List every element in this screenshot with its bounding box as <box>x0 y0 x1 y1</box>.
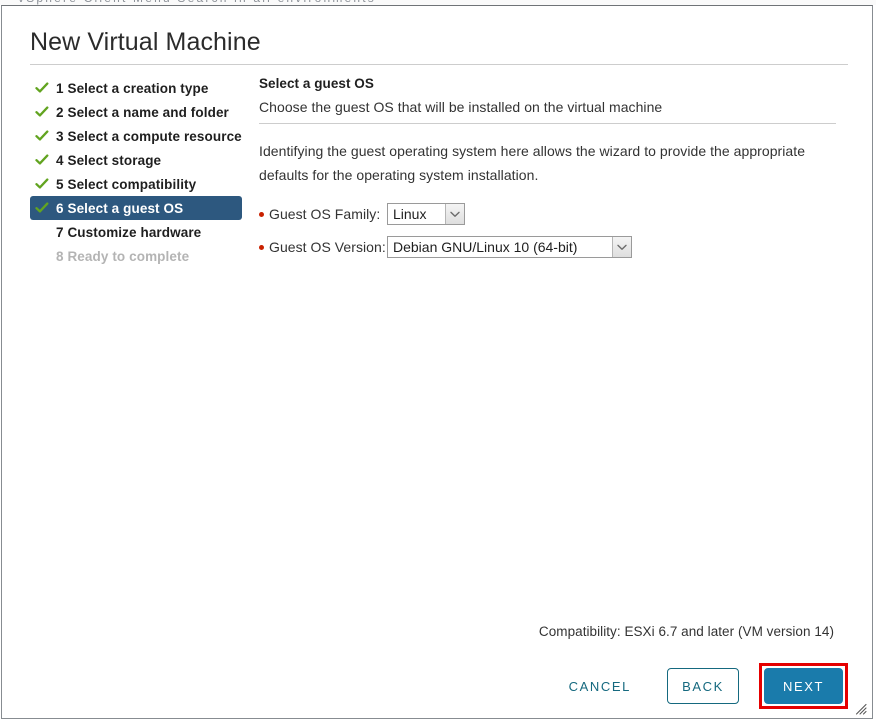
wizard-step-select-storage[interactable]: 4 Select storage <box>30 148 242 172</box>
next-button[interactable]: NEXT <box>764 668 843 704</box>
wizard-step-list: 1 Select a creation type 2 Select a name… <box>30 76 242 268</box>
check-icon <box>35 177 49 191</box>
check-icon <box>35 81 49 95</box>
check-icon <box>35 201 49 215</box>
wizard-step-label: 1 Select a creation type <box>56 80 209 96</box>
check-icon <box>35 129 49 143</box>
wizard-step-ready-to-complete: 8 Ready to complete <box>30 244 242 268</box>
wizard-step-customize-hardware[interactable]: 7 Customize hardware <box>30 220 242 244</box>
check-icon <box>35 153 49 167</box>
guest-os-version-row: Guest OS Version: Debian GNU/Linux 10 (6… <box>259 236 837 258</box>
title-divider <box>30 64 848 65</box>
wizard-step-label: 3 Select a compute resource <box>56 128 242 144</box>
compatibility-text: Compatibility: ESXi 6.7 and later (VM ve… <box>538 624 834 639</box>
guest-os-version-label: Guest OS Version: <box>269 239 386 255</box>
required-indicator-icon <box>259 244 264 250</box>
guest-os-family-select[interactable]: Linux <box>387 203 465 225</box>
dialog-title: New Virtual Machine <box>30 28 261 56</box>
cancel-button[interactable]: CANCEL <box>555 669 645 703</box>
wizard-step-select-a-name-and-folder[interactable]: 2 Select a name and folder <box>30 100 242 124</box>
check-icon <box>35 105 49 119</box>
guest-os-version-select-wrap: Debian GNU/Linux 10 (64-bit) <box>387 236 632 258</box>
content-divider <box>259 123 836 124</box>
dialog-footer-actions: CANCEL BACK NEXT <box>555 663 848 709</box>
content-heading: Select a guest OS <box>259 76 374 91</box>
wizard-step-label: 8 Ready to complete <box>56 248 190 264</box>
wizard-step-label: 6 Select a guest OS <box>56 200 184 216</box>
next-button-highlight: NEXT <box>759 663 848 709</box>
wizard-step-select-a-compute-resource[interactable]: 3 Select a compute resource <box>30 124 242 148</box>
screen: vSphere Client Menu Search in all enviro… <box>0 0 876 722</box>
guest-os-form: Guest OS Family: Linux Guest OS Version:… <box>259 203 837 258</box>
guest-os-family-row: Guest OS Family: Linux <box>259 203 837 225</box>
guest-os-family-select-wrap: Linux <box>387 203 465 225</box>
required-indicator-icon <box>259 211 264 217</box>
wizard-step-select-compatibility[interactable]: 5 Select compatibility <box>30 172 242 196</box>
back-button[interactable]: BACK <box>667 668 739 704</box>
wizard-step-select-a-guest-os[interactable]: 6 Select a guest OS <box>30 196 242 220</box>
guest-os-version-select[interactable]: Debian GNU/Linux 10 (64-bit) <box>387 236 632 258</box>
guest-os-family-label: Guest OS Family: <box>269 206 381 222</box>
content-pane: Select a guest OS Choose the guest OS th… <box>259 76 837 269</box>
resize-grip-icon[interactable] <box>855 702 867 715</box>
wizard-step-label: 7 Customize hardware <box>56 224 202 240</box>
new-virtual-machine-dialog: New Virtual Machine 1 Select a creation … <box>1 5 873 719</box>
content-subheading: Choose the guest OS that will be install… <box>259 99 663 115</box>
wizard-step-label: 5 Select compatibility <box>56 176 197 192</box>
wizard-step-select-a-creation-type[interactable]: 1 Select a creation type <box>30 76 242 100</box>
wizard-step-label: 2 Select a name and folder <box>56 104 229 120</box>
content-paragraph: Identifying the guest operating system h… <box>259 143 806 183</box>
wizard-step-label: 4 Select storage <box>56 152 162 168</box>
